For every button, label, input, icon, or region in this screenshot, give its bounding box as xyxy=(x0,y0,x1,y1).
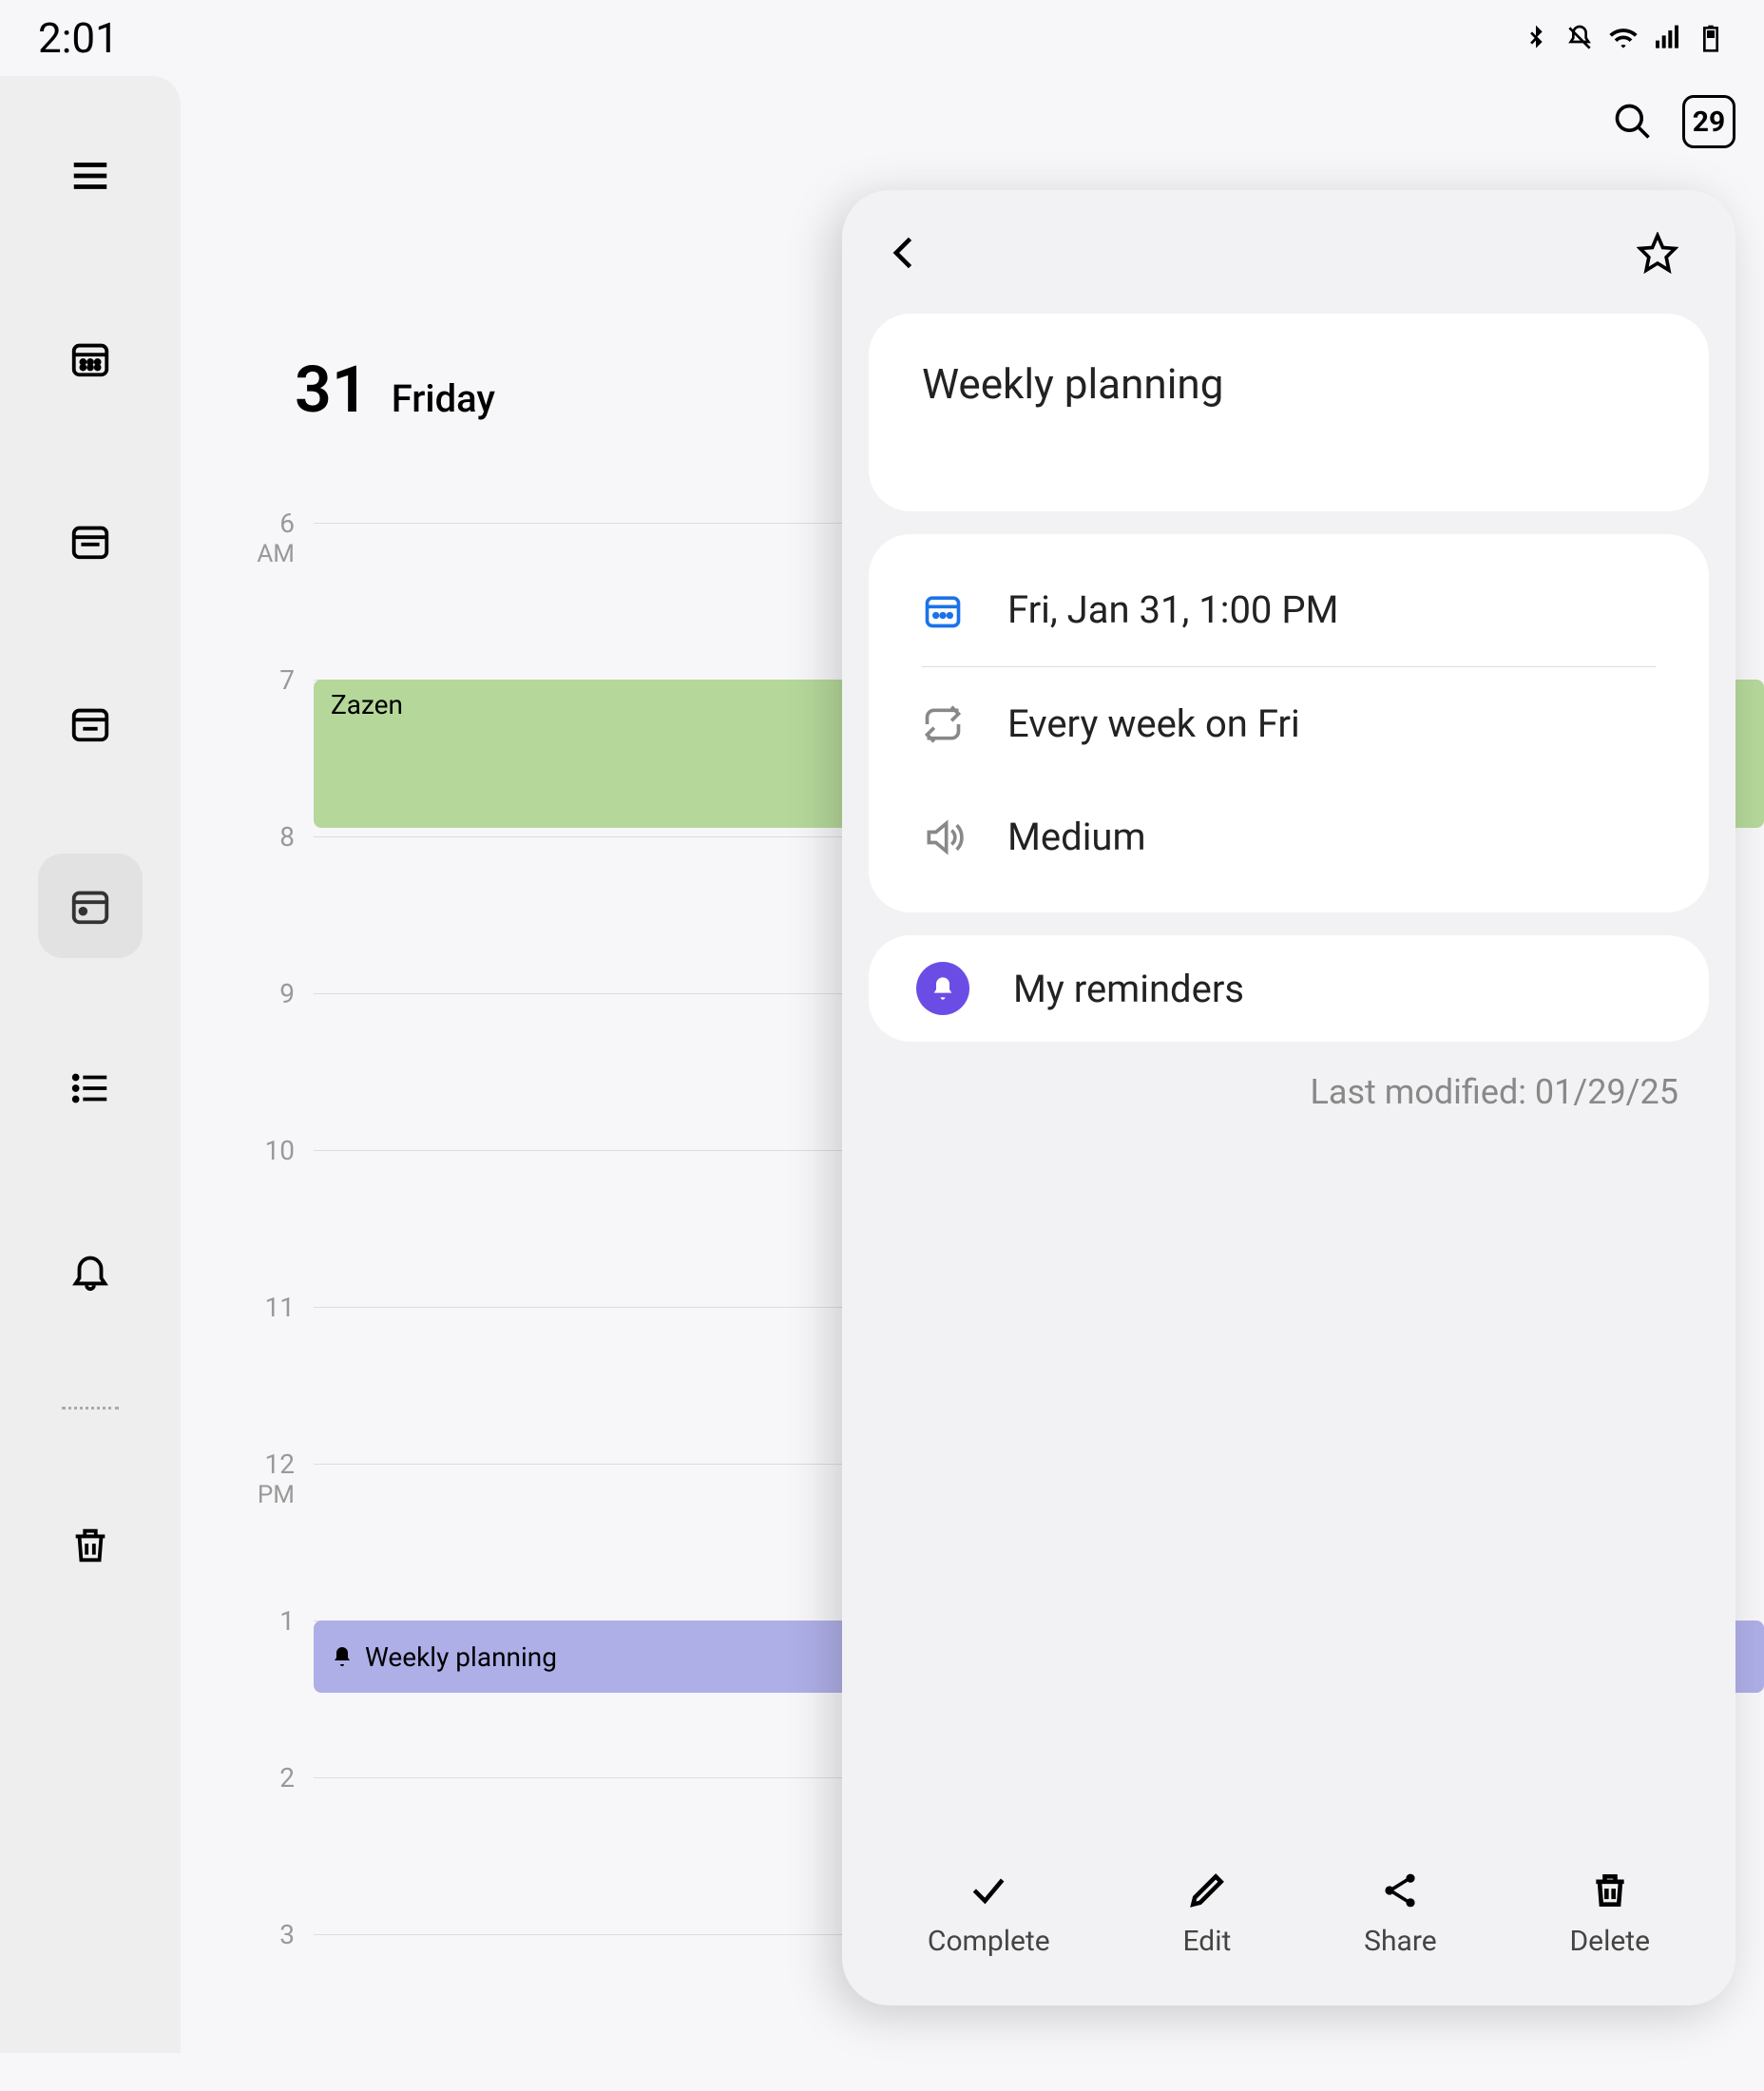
trash-icon xyxy=(1589,1870,1631,1911)
hour-label: 7 xyxy=(200,664,295,696)
status-time: 2:01 xyxy=(38,13,119,63)
ampm-label: AM xyxy=(200,540,295,568)
panel-title: Weekly planning xyxy=(922,359,1656,466)
status-bar: 2:01 xyxy=(0,0,1764,76)
volume-icon xyxy=(922,816,964,858)
hour-label: 8 xyxy=(200,821,295,853)
event-detail-panel: Weekly planning Fri, Jan 31, 1:00 PM Eve… xyxy=(842,190,1735,2005)
search-icon[interactable] xyxy=(1612,101,1654,143)
hour-label: 1 xyxy=(200,1605,295,1637)
hour-label: 12 xyxy=(200,1448,295,1480)
detail-repeat[interactable]: Every week on Fri xyxy=(922,666,1656,780)
wifi-icon xyxy=(1608,23,1639,53)
sidebar-week-view[interactable] xyxy=(38,489,143,593)
ampm-label: PM xyxy=(200,1481,295,1509)
sidebar-trash[interactable] xyxy=(38,1493,143,1598)
sidebar-list-view[interactable] xyxy=(38,1036,143,1141)
menu-button[interactable] xyxy=(38,124,143,228)
hour-label: 3 xyxy=(200,1919,295,1950)
sidebar-three-day-view[interactable] xyxy=(38,671,143,776)
trash-icon xyxy=(68,1524,112,1567)
day-name: Friday xyxy=(392,376,495,421)
calendar-3day-icon xyxy=(68,701,112,745)
today-badge[interactable]: 29 xyxy=(1682,95,1735,148)
bell-icon xyxy=(930,975,956,1002)
panel-footer: Complete Edit Share Delete xyxy=(842,1841,1735,2005)
check-icon xyxy=(968,1870,1009,1911)
bell-icon xyxy=(68,1249,112,1293)
battery-icon xyxy=(1696,23,1726,53)
day-number: 31 xyxy=(295,352,369,428)
hour-label: 2 xyxy=(200,1762,295,1794)
sidebar-day-view[interactable] xyxy=(38,854,143,958)
top-bar: 29 xyxy=(1612,95,1735,148)
detail-volume[interactable]: Medium xyxy=(922,780,1656,893)
list-icon xyxy=(68,1066,112,1110)
hour-label: 6 xyxy=(200,508,295,539)
sidebar-month-view[interactable] xyxy=(38,306,143,411)
hamburger-icon xyxy=(68,154,112,198)
detail-datetime[interactable]: Fri, Jan 31, 1:00 PM xyxy=(922,553,1656,666)
hour-label: 9 xyxy=(200,978,295,1009)
status-icons xyxy=(1521,23,1726,53)
reminders-circle-icon xyxy=(916,962,969,1015)
panel-header xyxy=(842,190,1735,302)
bluetooth-icon xyxy=(1521,23,1551,53)
hour-label: 11 xyxy=(200,1292,295,1323)
panel-title-card: Weekly planning xyxy=(869,314,1709,511)
detail-volume-text: Medium xyxy=(1007,815,1146,859)
back-icon[interactable] xyxy=(884,232,926,274)
complete-button[interactable]: Complete xyxy=(928,1870,1050,1958)
detail-repeat-text: Every week on Fri xyxy=(1007,701,1300,746)
last-modified: Last modified: 01/29/25 xyxy=(899,1072,1678,1112)
pencil-icon xyxy=(1186,1870,1228,1911)
panel-group-card[interactable]: My reminders xyxy=(869,935,1709,1042)
vibrate-icon xyxy=(1564,23,1595,53)
detail-group-text: My reminders xyxy=(1013,967,1244,1011)
delete-button[interactable]: Delete xyxy=(1569,1870,1650,1958)
calendar-day-icon xyxy=(68,884,112,928)
detail-datetime-text: Fri, Jan 31, 1:00 PM xyxy=(1007,587,1338,632)
sidebar-divider xyxy=(62,1407,119,1410)
hour-label: 10 xyxy=(200,1135,295,1166)
share-button[interactable]: Share xyxy=(1364,1870,1436,1958)
sidebar-reminders[interactable] xyxy=(38,1218,143,1323)
repeat-icon xyxy=(922,703,964,745)
calendar-month-icon xyxy=(68,336,112,380)
signal-icon xyxy=(1652,23,1682,53)
calendar-icon xyxy=(922,589,964,631)
share-icon xyxy=(1379,1870,1421,1911)
panel-details-card: Fri, Jan 31, 1:00 PM Every week on Fri M… xyxy=(869,534,1709,912)
sidebar xyxy=(0,76,181,2053)
edit-button[interactable]: Edit xyxy=(1183,1870,1232,1958)
star-icon[interactable] xyxy=(1637,232,1678,274)
bell-icon xyxy=(331,1645,354,1668)
calendar-week-icon xyxy=(68,519,112,563)
